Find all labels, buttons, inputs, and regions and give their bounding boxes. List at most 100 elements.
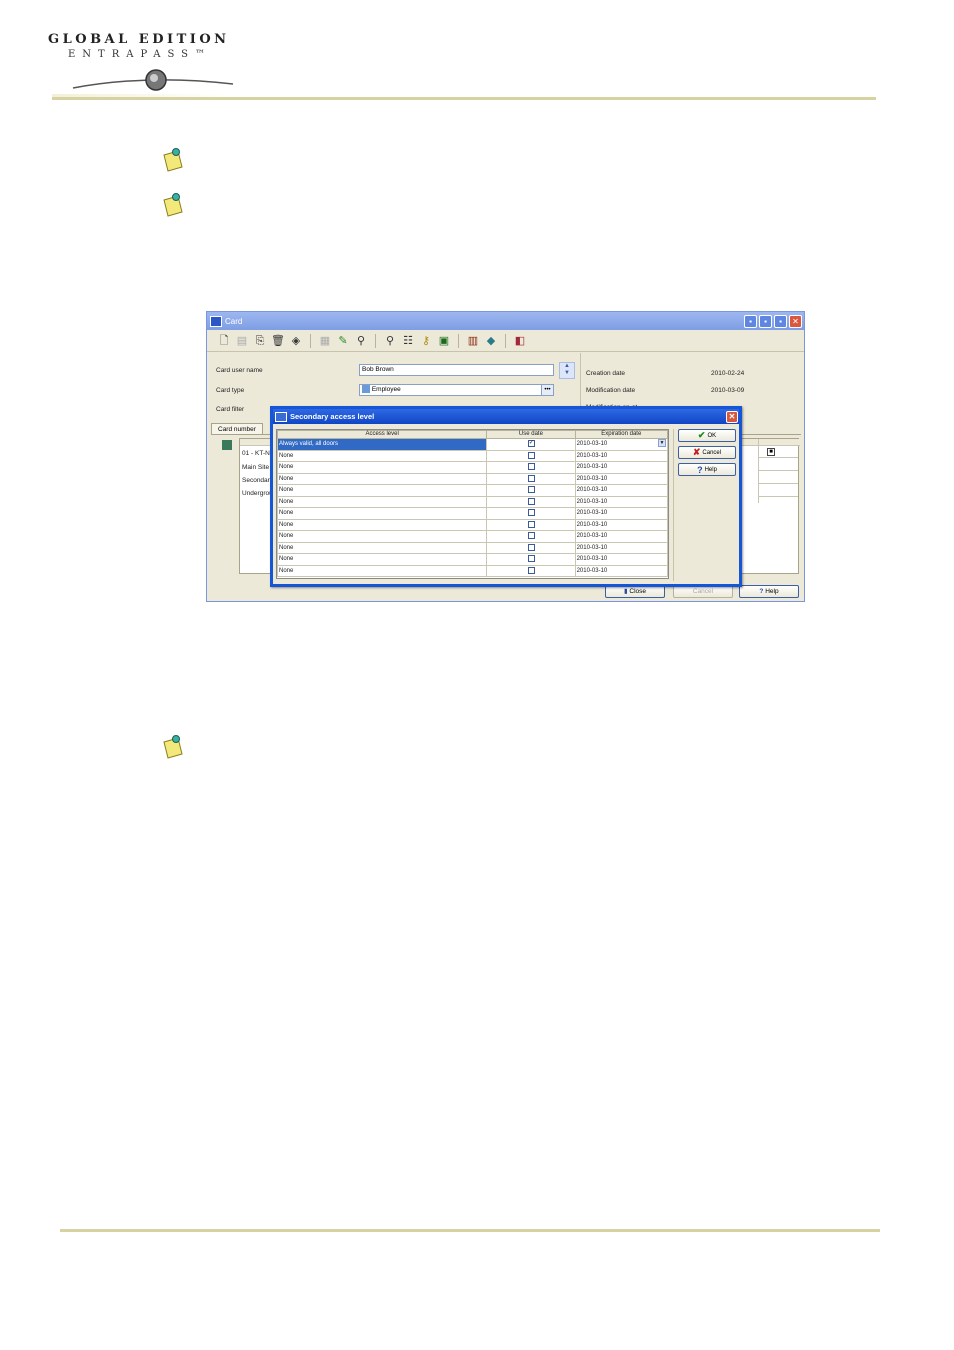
find-icon[interactable]: ⚲ (354, 334, 368, 348)
table-row[interactable]: None 2010-03-10 (276, 449, 669, 462)
use-date-checkbox[interactable]: ✓ (527, 440, 535, 448)
dialog-close-button[interactable]: ✕ (726, 410, 738, 423)
chevron-down-icon[interactable]: ▼ (658, 439, 666, 448)
use-date-checkbox[interactable] (527, 451, 535, 459)
maximize-button[interactable]: ▪ (774, 314, 787, 328)
table-row[interactable]: None 2010-03-10 (276, 472, 669, 485)
table-row[interactable]: None 2010-03-10 (276, 461, 669, 474)
use-date-cell (486, 472, 576, 485)
column-header-expiration-date[interactable]: Expiration date (574, 430, 669, 439)
list-icon[interactable]: ☷ (401, 334, 415, 348)
use-date-cell (486, 484, 576, 497)
card-user-name-field[interactable]: Bob Brown (359, 364, 554, 376)
expiration-date-cell[interactable]: 2010-03-10 (574, 518, 669, 531)
use-date-checkbox[interactable] (527, 532, 535, 540)
access-level-cell[interactable]: None (276, 507, 488, 520)
dialog-titlebar: Secondary access level ✕ (273, 409, 739, 424)
expiration-date-cell[interactable]: 2010-03-10 (574, 553, 669, 566)
help-icon: ? (697, 464, 703, 475)
use-date-checkbox[interactable] (527, 555, 535, 563)
use-date-checkbox[interactable] (527, 463, 535, 471)
cancel-button[interactable]: ✘ Cancel (678, 446, 736, 459)
photo-icon[interactable]: ◧ (513, 334, 527, 348)
access-level-cell[interactable]: None (276, 495, 488, 508)
expiration-date-cell[interactable]: 2010-03-10 (574, 461, 669, 474)
help-button[interactable]: ? Help (739, 585, 799, 598)
save-icon[interactable]: ▤ (235, 334, 249, 348)
use-date-checkbox[interactable] (527, 566, 535, 574)
expiration-date-cell[interactable]: 2010-03-10 (574, 507, 669, 520)
card-type-label: Card type (216, 387, 245, 394)
expiration-date-value: 2010-03-10 (576, 464, 608, 471)
key-icon[interactable]: ⚷ (419, 334, 433, 348)
window-extra-button[interactable]: ▪ (744, 314, 757, 328)
table-row[interactable]: None 2010-03-10 (276, 495, 669, 508)
access-level-cell[interactable]: None (276, 472, 488, 485)
use-date-checkbox[interactable] (527, 497, 535, 505)
spin-arrows-icon[interactable]: ▲ ▼ (559, 362, 575, 379)
expiration-date-cell[interactable]: 2010-03-10 ▼ (574, 438, 669, 451)
delete-icon[interactable]: 🗑 (271, 334, 285, 348)
close-window-button[interactable]: ✕ (789, 314, 802, 328)
table-row[interactable]: None 2010-03-10 (276, 484, 669, 497)
expiration-date-cell[interactable]: 2010-03-10 (574, 495, 669, 508)
copy-icon[interactable]: ⎘ (253, 334, 267, 348)
list-item[interactable]: Undergrou (242, 490, 273, 497)
table-row[interactable]: None 2010-03-10 (276, 541, 669, 554)
card-type-value: Employee (371, 386, 401, 393)
use-date-cell (486, 530, 576, 543)
card-type-field[interactable]: Employee ••• (359, 384, 554, 396)
access-level-cell[interactable]: None (276, 449, 488, 462)
expiration-date-cell[interactable]: 2010-03-10 (574, 484, 669, 497)
expiration-date-cell[interactable]: 2010-03-10 (574, 449, 669, 462)
card-window-title: Card (225, 316, 243, 326)
link-icon[interactable]: ◈ (289, 334, 303, 348)
report-icon[interactable]: ▣ (437, 334, 451, 348)
minimize-button[interactable]: ▪ (759, 314, 772, 328)
use-date-cell (486, 564, 576, 577)
ok-button[interactable]: ✔ OK (678, 429, 736, 442)
table-row[interactable]: None 2010-03-10 (276, 518, 669, 531)
use-date-checkbox[interactable] (527, 520, 535, 528)
expiration-date-cell[interactable]: 2010-03-10 (574, 541, 669, 554)
table-row[interactable]: None 2010-03-10 (276, 530, 669, 543)
search-icon[interactable]: ⚲ (383, 334, 397, 348)
browse-button[interactable]: ••• (541, 385, 553, 395)
grid-icon[interactable]: ▦ (318, 334, 332, 348)
card-type-icon (362, 385, 370, 394)
table-row[interactable]: None 2010-03-10 (276, 553, 669, 566)
access-level-cell[interactable]: Always valid, all doors (276, 438, 488, 451)
expiration-date-cell[interactable]: 2010-03-10 (574, 564, 669, 577)
column-header-access-level[interactable]: Access level (276, 430, 488, 439)
card-window-titlebar: Card ▪ ▪ ▪ ✕ (207, 312, 804, 330)
access-level-cell[interactable]: None (276, 541, 488, 554)
new-icon[interactable]: 🗋 (217, 334, 231, 348)
expiration-date-cell[interactable]: 2010-03-10 (574, 530, 669, 543)
logo-swoosh-icon (72, 69, 234, 91)
column-header-use-date[interactable]: Use date (486, 430, 576, 439)
access-level-cell[interactable]: None (276, 461, 488, 474)
use-date-cell (486, 495, 576, 508)
access-level-cell[interactable]: None (276, 553, 488, 566)
edit-icon[interactable]: ✎ (336, 334, 350, 348)
print-icon[interactable]: ◆ (484, 334, 498, 348)
access-level-cell[interactable]: None (276, 564, 488, 577)
expiration-date-cell[interactable]: 2010-03-10 (574, 472, 669, 485)
use-date-checkbox[interactable] (527, 543, 535, 551)
use-date-checkbox[interactable] (527, 486, 535, 494)
table-row[interactable]: None 2010-03-10 (276, 507, 669, 520)
access-level-cell[interactable]: None (276, 518, 488, 531)
help-icon: ? (759, 588, 764, 595)
access-level-cell[interactable]: None (276, 484, 488, 497)
table-row[interactable]: Always valid, all doors ✓ 2010-03-10 ▼ (276, 438, 669, 451)
use-date-checkbox[interactable] (527, 474, 535, 482)
access-level-grid: Access level Use date Expiration date Al… (276, 429, 669, 579)
badge-icon[interactable]: ▥ (466, 334, 480, 348)
access-level-cell[interactable]: None (276, 530, 488, 543)
table-row[interactable]: None 2010-03-10 (276, 564, 669, 577)
use-date-checkbox[interactable] (527, 509, 535, 517)
list-item[interactable]: Secondary (242, 477, 273, 484)
list-row-checkbox[interactable]: ■ (767, 448, 775, 456)
help-button[interactable]: ? Help (678, 463, 736, 476)
list-item[interactable]: Main Site (242, 464, 269, 471)
